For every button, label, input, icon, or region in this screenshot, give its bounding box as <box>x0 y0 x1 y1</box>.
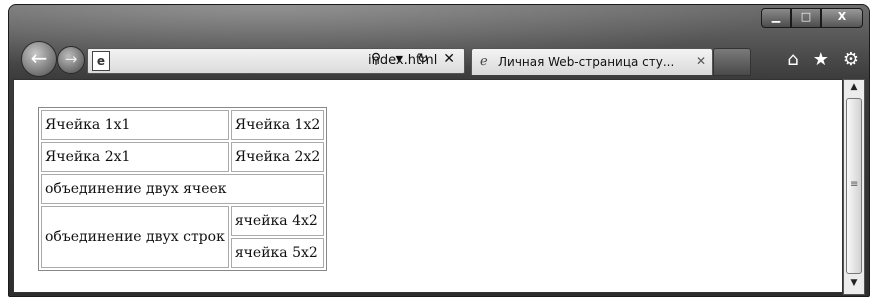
browser-window: ▁ □ X ← → e index.html ⚲ ▾ ↻ ✕ ℯ Личная … <box>8 4 870 297</box>
back-arrow-icon: ← <box>30 46 48 70</box>
address-tools-icons[interactable]: ⚲ ▾ ↻ ✕ <box>371 51 460 67</box>
gear-icon[interactable]: ⚙ <box>843 49 859 70</box>
page-icon: e <box>92 51 110 71</box>
tab-title: Личная Web-страница сту... <box>498 55 675 69</box>
merged-rows-cell: объединение двух строк <box>41 206 229 268</box>
demo-table: Ячейка 1x1 Ячейка 1x2 Ячейка 2x1 Ячейка … <box>38 107 328 271</box>
vertical-scrollbar[interactable]: ▲ ≡ ▼ <box>843 79 865 295</box>
scroll-down-icon[interactable]: ▼ <box>844 278 864 292</box>
ie-page-icon: ℯ <box>480 54 488 69</box>
forward-arrow-icon: → <box>64 50 78 68</box>
merged-cols-cell: объединение двух ячеек <box>41 174 325 204</box>
back-button[interactable]: ← <box>21 41 57 77</box>
favorites-icon[interactable]: ★ <box>813 49 829 70</box>
home-icon[interactable]: ⌂ <box>787 49 798 70</box>
table-row: Ячейка 1x1 Ячейка 1x2 <box>41 110 325 140</box>
table-cell: Ячейка 1x1 <box>41 110 229 140</box>
tab-active[interactable]: ℯ Личная Web-страница сту... ✕ <box>471 48 713 75</box>
tab-close-icon[interactable]: ✕ <box>696 54 706 68</box>
table-cell: ячейка 4x2 <box>230 206 325 236</box>
table-cell: ячейка 5x2 <box>230 238 325 268</box>
table-cell: Ячейка 2x2 <box>230 142 325 172</box>
window-caption-buttons: ▁ □ X <box>761 8 863 28</box>
close-window-button[interactable]: X <box>821 8 863 28</box>
page-content: Ячейка 1x1 Ячейка 1x2 Ячейка 2x1 Ячейка … <box>13 79 843 293</box>
toolbar-icons: ⌂ ★ ⚙ <box>787 49 859 70</box>
table-cell: Ячейка 1x2 <box>230 110 325 140</box>
table-row: объединение двух ячеек <box>41 174 325 204</box>
minimize-button[interactable]: ▁ <box>761 8 791 28</box>
forward-button[interactable]: → <box>57 46 85 74</box>
table-row: объединение двух строк ячейка 4x2 <box>41 206 325 268</box>
maximize-button[interactable]: □ <box>791 8 821 28</box>
table-row: Ячейка 2x1 Ячейка 2x2 <box>41 142 325 172</box>
navigation-bar: ← → e index.html ⚲ ▾ ↻ ✕ ℯ Личная Web-ст… <box>9 39 869 77</box>
new-tab-button[interactable] <box>713 48 751 76</box>
table-cell: Ячейка 2x1 <box>41 142 229 172</box>
scroll-thumb[interactable]: ≡ <box>846 98 862 274</box>
address-bar[interactable]: e index.html ⚲ ▾ ↻ ✕ <box>87 48 465 74</box>
grip-icon: ≡ <box>850 179 859 190</box>
scroll-up-icon[interactable]: ▲ <box>844 82 864 96</box>
